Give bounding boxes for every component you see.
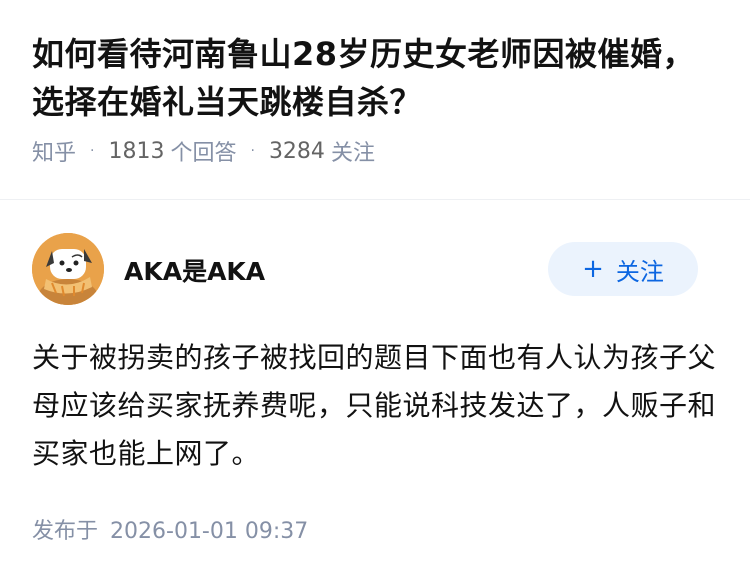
follow-button[interactable]: + 关注 [548, 242, 698, 296]
meta-separator: · [90, 143, 95, 159]
publish-label: 发布于 [32, 519, 99, 544]
answer-content[interactable]: 关于被拐卖的孩子被找回的题目下面也有人认为孩子父母应该给买家抚养费呢，只能说科技… [32, 334, 718, 478]
question-header: 如何看待河南鲁山28岁历史女老师因被催婚，选择在婚礼当天跳楼自杀？ 知乎 · 1… [0, 0, 750, 166]
answer-count: 1813 [108, 138, 165, 164]
follow-button-label: 关注 [615, 257, 664, 286]
author-name[interactable]: AKA是AKA [124, 252, 265, 288]
dog-avatar-icon [32, 233, 104, 305]
follower-count-label: 关注 [330, 141, 375, 166]
publish-time: 2026-01-01 09:37 [110, 519, 309, 544]
question-title[interactable]: 如何看待河南鲁山28岁历史女老师因被催婚，选择在婚礼当天跳楼自杀？ [32, 30, 718, 126]
answer-page: 如何看待河南鲁山28岁历史女老师因被催婚，选择在婚礼当天跳楼自杀？ 知乎 · 1… [0, 0, 750, 580]
meta-separator: · [250, 143, 255, 159]
answer-count-label[interactable]: 个回答 [170, 135, 236, 167]
plus-icon: + [582, 254, 604, 284]
answer-card: AKA是AKA + 关注 关于被拐卖的孩子被找回的题目下面也有人认为孩子父母应该… [0, 200, 750, 544]
avatar[interactable] [32, 233, 104, 305]
follower-count: 3284 [268, 138, 325, 164]
publish-info: 发布于 2026-01-01 09:37 [32, 513, 308, 545]
source-label: 知乎 [32, 141, 77, 166]
question-meta: 知乎 · 1813 个回答 · 3284 关注 [32, 135, 718, 167]
author-row: AKA是AKA + 关注 [0, 200, 750, 310]
